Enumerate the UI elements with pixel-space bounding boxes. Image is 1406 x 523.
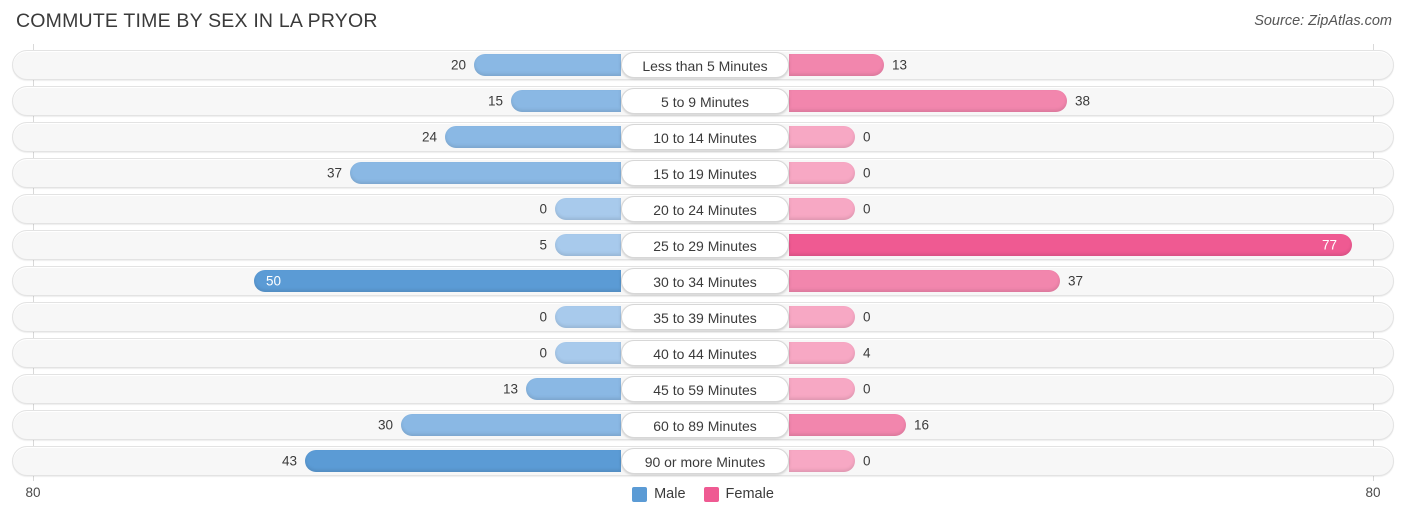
category-label: 20 to 24 Minutes [621,196,789,222]
chart-row[interactable]: 50 37 30 to 34 Minutes [12,266,1394,296]
value-label-female: 0 [863,129,871,145]
value-label-male: 37 [326,165,342,181]
chart-row[interactable]: 0 4 40 to 44 Minutes [12,338,1394,368]
category-label: 10 to 14 Minutes [621,124,789,150]
value-label-male: 20 [450,57,466,73]
bar-male[interactable] [511,90,621,112]
legend-swatch-male-icon [632,486,648,502]
category-label: Less than 5 Minutes [621,52,789,78]
chart-plot-area: 20 13 Less than 5 Minutes 15 38 5 to 9 Minute… [0,44,1406,481]
category-label: 45 to 59 Minutes [621,376,789,402]
category-label: 60 to 89 Minutes [621,412,789,438]
chart-row[interactable]: 37 0 15 to 19 Minutes [12,158,1394,188]
bar-male[interactable] [305,450,621,472]
category-label: 15 to 19 Minutes [621,160,789,186]
value-label-female: 13 [892,57,908,73]
bar-male[interactable] [555,234,621,256]
bar-female[interactable] [789,414,906,436]
value-label-female: 16 [914,417,930,433]
chart-row[interactable]: 30 16 60 to 89 Minutes [12,410,1394,440]
value-label-female: 0 [863,453,871,469]
bar-male[interactable] [555,306,621,328]
bar-female[interactable] [789,306,855,328]
legend-swatch-female-icon [703,486,719,502]
category-label: 30 to 34 Minutes [621,268,789,294]
chart-row[interactable]: 5 77 25 to 29 Minutes [12,230,1394,260]
bar-male[interactable] [350,162,621,184]
value-label-male: 0 [539,345,547,361]
value-label-female: 0 [863,381,871,397]
value-label-female: 37 [1068,273,1084,289]
value-label-female: 0 [863,309,871,325]
bar-male[interactable] [555,342,621,364]
chart-footer: 80 80 Male Female [0,481,1406,523]
category-label: 90 or more Minutes [621,448,789,474]
chart-row[interactable]: 15 38 5 to 9 Minutes [12,86,1394,116]
source-attribution: Source: ZipAtlas.com [1254,13,1392,29]
bar-female[interactable] [789,342,855,364]
bar-male[interactable] [254,270,621,292]
bar-male[interactable] [555,198,621,220]
bar-male[interactable] [474,54,621,76]
value-label-male: 0 [539,201,547,217]
value-label-female: 4 [863,345,871,361]
value-label-female: 0 [863,165,871,181]
value-label-male: 30 [377,417,393,433]
chart-row[interactable]: 13 0 45 to 59 Minutes [12,374,1394,404]
bar-female[interactable] [789,450,855,472]
category-label: 5 to 9 Minutes [621,88,789,114]
value-label-female: 38 [1075,93,1091,109]
bar-female[interactable] [789,126,855,148]
category-label: 25 to 29 Minutes [621,232,789,258]
category-label: 40 to 44 Minutes [621,340,789,366]
chart-row[interactable]: 20 13 Less than 5 Minutes [12,50,1394,80]
chart-rows: 20 13 Less than 5 Minutes 15 38 5 to 9 Minute… [0,44,1406,482]
value-label-female: 77 [1322,237,1338,253]
bar-female[interactable] [789,162,855,184]
bar-female[interactable] [789,54,884,76]
legend-item-female[interactable]: Female [703,486,774,502]
legend-label-female: Female [725,486,774,502]
bar-female[interactable] [789,378,855,400]
bar-male[interactable] [401,414,621,436]
legend-item-male[interactable]: Male [632,486,686,502]
value-label-male: 43 [281,453,297,469]
chart-header: COMMUTE TIME BY SEX IN LA PRYOR Source: … [0,0,1406,44]
value-label-female: 0 [863,201,871,217]
chart-row[interactable]: 24 0 10 to 14 Minutes [12,122,1394,152]
chart-row[interactable]: 0 0 20 to 24 Minutes [12,194,1394,224]
bar-male[interactable] [445,126,621,148]
legend-label-male: Male [654,486,686,502]
category-label: 35 to 39 Minutes [621,304,789,330]
bar-female[interactable] [789,234,1352,256]
bar-female[interactable] [789,198,855,220]
value-label-male: 50 [266,273,282,289]
chart-row[interactable]: 0 0 35 to 39 Minutes [12,302,1394,332]
value-label-male: 24 [421,129,437,145]
value-label-male: 15 [487,93,503,109]
chart-legend: Male Female [0,486,1406,502]
bar-male[interactable] [526,378,621,400]
page-title: COMMUTE TIME BY SEX IN LA PRYOR [16,10,378,32]
value-label-male: 13 [502,381,518,397]
bar-female[interactable] [789,90,1067,112]
value-label-male: 0 [539,309,547,325]
value-label-male: 5 [539,237,547,253]
bar-female[interactable] [789,270,1060,292]
chart-row[interactable]: 43 0 90 or more Minutes [12,446,1394,476]
